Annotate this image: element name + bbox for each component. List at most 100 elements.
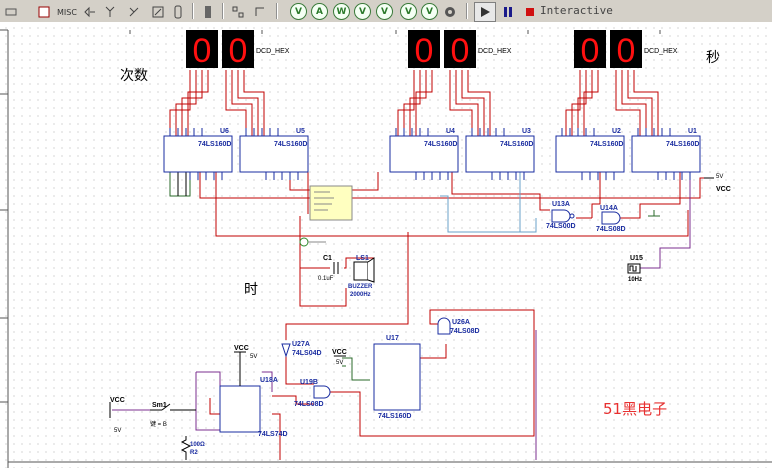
- connector-icon[interactable]: [170, 2, 186, 22]
- current-probe-icon[interactable]: V: [421, 3, 438, 20]
- wire: [285, 232, 409, 340]
- voltage-5v-label: 5V: [114, 428, 121, 434]
- seven-seg-digit: 0: [229, 32, 248, 70]
- u15-ref-label: U15: [630, 255, 643, 262]
- wire: [440, 195, 537, 233]
- voltmeter-icon[interactable]: V: [290, 3, 307, 20]
- counter-chips: U6 74LS160D U5 74LS160D U4 74LS160D U3 74LS160D…: [163, 128, 701, 180]
- wire: [243, 70, 265, 136]
- chip-ref-label: U3: [522, 128, 531, 135]
- pause-icon: [504, 7, 512, 17]
- place-indicator-icon[interactable]: [34, 2, 54, 22]
- voltage-5v-label: 5V: [250, 354, 257, 360]
- chip-part-label: 74LS160D: [500, 141, 533, 148]
- hierarchical-block-icon[interactable]: [228, 2, 248, 22]
- wire: [455, 70, 479, 136]
- wire: [461, 70, 485, 136]
- chip-ref-label: U2: [612, 128, 621, 135]
- wire: [175, 70, 197, 136]
- vcc-label: VCC: [110, 397, 125, 404]
- vcc-label: VCC: [716, 186, 731, 193]
- wire: [196, 371, 221, 390]
- display-name-label: DCD_HEX: [256, 48, 290, 55]
- u19-ref-label: U19B: [300, 379, 318, 386]
- electromechanical-icon[interactable]: [124, 2, 144, 22]
- wire: [237, 70, 259, 136]
- probe-box: [309, 185, 353, 221]
- run-button[interactable]: [474, 2, 496, 22]
- wire: [397, 70, 415, 136]
- display-name-label: DCD_HEX: [644, 48, 678, 55]
- ammeter-icon[interactable]: A: [311, 3, 328, 20]
- wire: [169, 172, 191, 197]
- buzzer-freq-label: 2000Hz: [350, 292, 371, 298]
- settings-gear-icon[interactable]: [440, 2, 460, 22]
- resistor-r2: [180, 436, 192, 460]
- chip-ref-label: U6: [220, 128, 229, 135]
- display-pair: 0 0 DCD_HEX: [186, 30, 290, 70]
- seven-segment-displays: 0 0 DCD_HEX 0 0 DCD_HEX 0 0 DCD_HEX: [186, 30, 678, 70]
- probe-icon: [299, 237, 309, 247]
- counter-chip[interactable]: U1 74LS160D: [631, 128, 701, 180]
- wattmeter-icon[interactable]: W: [333, 3, 350, 20]
- toolbar-separator: [192, 3, 194, 19]
- mcu-icon[interactable]: [198, 2, 218, 22]
- place-component-icon[interactable]: [2, 2, 20, 22]
- ni-components-icon[interactable]: [148, 2, 168, 22]
- wire: [403, 70, 421, 136]
- wire: [225, 70, 247, 136]
- pause-button[interactable]: [498, 2, 518, 22]
- toolbar: MISC V A W V V V V Interactive: [0, 0, 772, 23]
- voltage-5v-label: 5V: [716, 174, 723, 180]
- gate-u26a: [437, 317, 451, 335]
- chip-part-label: 74LS160D: [590, 141, 623, 148]
- voltage-probe-icon[interactable]: V: [376, 3, 393, 20]
- wire: [591, 172, 601, 218]
- brand-watermark: 51黑电子: [603, 400, 668, 418]
- u13-ref-label: U13A: [552, 201, 570, 208]
- display-pair: 0 0 DCD_HEX: [408, 30, 512, 70]
- counter-chip[interactable]: U3 74LS160D: [465, 128, 535, 180]
- reset-wiring: [440, 172, 537, 233]
- chip-part-label: 74LS160D: [424, 141, 457, 148]
- u26-ref-label: U26A: [452, 319, 470, 326]
- vcc-label: VCC: [234, 345, 249, 352]
- seven-seg-digit: 0: [415, 32, 434, 70]
- buzzer-label: BUZZER: [348, 284, 373, 290]
- wire: [231, 70, 253, 136]
- wire: [330, 391, 361, 410]
- gate-u19b: [313, 385, 331, 399]
- u14-ref-label: U14A: [600, 205, 618, 212]
- voltage-ref-probe-icon[interactable]: V: [400, 3, 417, 20]
- differential-voltage-icon[interactable]: V: [354, 3, 371, 20]
- wire: [451, 172, 550, 211]
- schematic-canvas[interactable]: 0 0 DCD_HEX 0 0 DCD_HEX 0 0 DCD_HEX U6 7…: [0, 22, 772, 468]
- u26-part-label: 74LS08D: [450, 328, 480, 335]
- advanced-peripherals-icon[interactable]: [80, 2, 100, 22]
- hour-label: 时: [244, 282, 258, 298]
- misc-button[interactable]: MISC: [56, 2, 78, 22]
- u18-part-label: 74LS74D: [258, 431, 288, 438]
- c1-value-label: 0.1uF: [318, 276, 334, 282]
- chip-u17-body: [373, 343, 421, 411]
- rf-antenna-icon[interactable]: [100, 2, 120, 22]
- u17-ref-label: U17: [386, 335, 399, 342]
- stop-button[interactable]: [520, 2, 540, 22]
- u27-ref-label: U27A: [292, 341, 310, 348]
- chip-ref-label: U4: [446, 128, 455, 135]
- wire: [420, 344, 447, 359]
- r2-ref-label: R2: [190, 450, 198, 456]
- voltage-5v-label: 5V: [336, 360, 343, 366]
- u17-part-label: 74LS160D: [378, 413, 411, 420]
- gate-u13a: [551, 209, 575, 223]
- counter-chip[interactable]: U6 74LS160D: [163, 128, 233, 180]
- counter-chip[interactable]: U2 74LS160D: [555, 128, 625, 180]
- counter-chip[interactable]: U4 74LS160D: [389, 128, 459, 180]
- wire: [415, 70, 433, 136]
- simulation-mode-label[interactable]: Interactive: [540, 3, 613, 19]
- wire: [187, 70, 209, 136]
- chip-ref-label: U1: [688, 128, 697, 135]
- counter-chip[interactable]: U5 74LS160D: [239, 128, 309, 180]
- seven-seg-digit: 0: [451, 32, 470, 70]
- bus-icon[interactable]: [250, 2, 270, 22]
